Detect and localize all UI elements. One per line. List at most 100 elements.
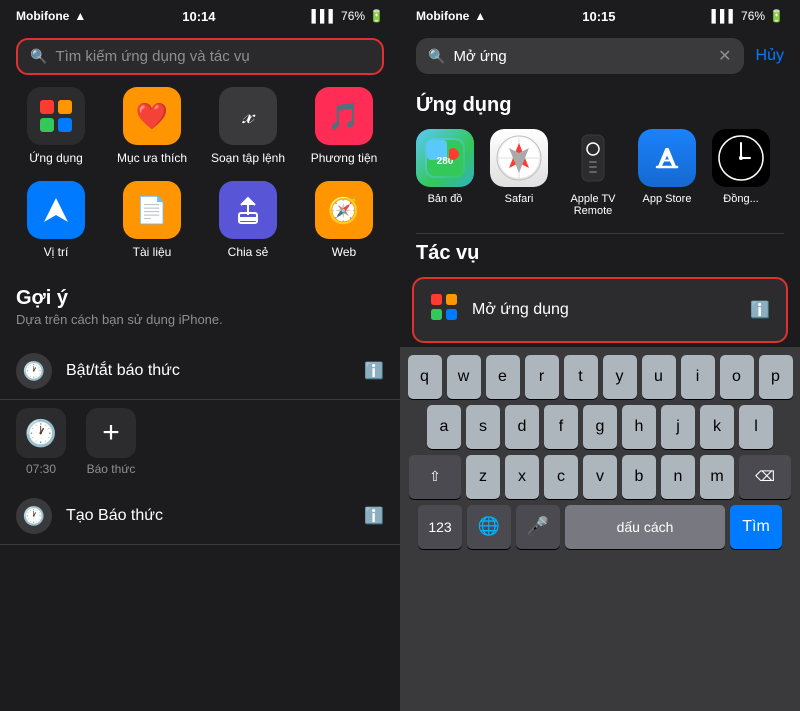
maps-app-label: Bản đồ — [428, 193, 463, 205]
add-alarm[interactable]: + Báo thức — [86, 408, 136, 476]
shortcut-location[interactable]: Vị trí — [16, 181, 96, 259]
key-shift[interactable]: ⇧ — [409, 455, 461, 499]
key-j[interactable]: j — [661, 405, 695, 449]
keyboard-row-1: q w e r t y u i o p — [404, 355, 796, 399]
app-results: 280 Bản đồ Safari — [400, 125, 800, 233]
shortcut-media-label: Phương tiện — [311, 151, 378, 165]
key-f[interactable]: f — [544, 405, 578, 449]
shortcut-share[interactable]: Chia sẻ — [208, 181, 288, 259]
suggestions-subtitle: Dựa trên cách bạn sử dụng iPhone. — [16, 312, 384, 327]
alarm-toggle-info-icon[interactable]: ℹ️ — [364, 361, 384, 381]
add-alarm-icon: + — [86, 408, 136, 458]
appletv-app-label: Apple TV Remote — [564, 193, 622, 217]
apps-section-header: Ứng dụng — [400, 86, 800, 125]
app-result-appstore[interactable]: A App Store — [638, 129, 696, 217]
shortcut-share-label: Chia sẻ — [228, 245, 269, 259]
key-space[interactable]: dấu cách — [565, 505, 725, 549]
shortcut-favorites-label: Mục ưa thích — [117, 151, 187, 165]
clock-0730-label: 07:30 — [26, 462, 56, 476]
shortcut-scripts-label: Soạn tập lệnh — [211, 151, 285, 165]
right-battery-text: 76% — [741, 9, 765, 23]
key-delete[interactable]: ⌫ — [739, 455, 791, 499]
key-g[interactable]: g — [583, 405, 617, 449]
key-m[interactable]: m — [700, 455, 734, 499]
key-numbers[interactable]: 123 — [418, 505, 462, 549]
right-search-text: Mở ứng — [453, 48, 710, 65]
key-mic[interactable]: 🎤 — [516, 505, 560, 549]
clock-app-icon — [712, 129, 770, 187]
keyboard: q w e r t y u i o p a s d f g h j k l ⇧ … — [400, 347, 800, 711]
key-d[interactable]: d — [505, 405, 539, 449]
shortcut-favorites[interactable]: ❤️ Mục ưa thích — [112, 87, 192, 165]
key-r[interactable]: r — [525, 355, 559, 399]
key-t[interactable]: t — [564, 355, 598, 399]
key-o[interactable]: o — [720, 355, 754, 399]
app-result-safari[interactable]: Safari — [490, 129, 548, 217]
app-result-clock[interactable]: Đồng... — [712, 129, 770, 217]
key-p[interactable]: p — [759, 355, 793, 399]
key-k[interactable]: k — [700, 405, 734, 449]
key-search[interactable]: Tìm — [730, 505, 782, 549]
key-q[interactable]: q — [408, 355, 442, 399]
key-h[interactable]: h — [622, 405, 656, 449]
key-b[interactable]: b — [622, 455, 656, 499]
key-i[interactable]: i — [681, 355, 715, 399]
right-search-icon: 🔍 — [428, 48, 445, 65]
left-panel: Mobifone ▲ 10:14 ▌▌▌ 76% 🔋 🔍 Tìm kiếm ứn… — [0, 0, 400, 711]
left-battery: ▌▌▌ 76% 🔋 — [312, 9, 385, 23]
key-y[interactable]: y — [603, 355, 637, 399]
keyboard-row-2: a s d f g h j k l — [404, 405, 796, 449]
shortcut-documents-label: Tài liệu — [133, 245, 172, 259]
key-l[interactable]: l — [739, 405, 773, 449]
key-z[interactable]: z — [466, 455, 500, 499]
task-info-icon[interactable]: ℹ️ — [750, 300, 770, 320]
key-c[interactable]: c — [544, 455, 578, 499]
right-search-bar[interactable]: 🔍 Mở ứng ✕ — [416, 38, 744, 74]
key-x[interactable]: x — [505, 455, 539, 499]
key-n[interactable]: n — [661, 455, 695, 499]
key-w[interactable]: w — [447, 355, 481, 399]
key-v[interactable]: v — [583, 455, 617, 499]
wifi-icon: ▲ — [74, 9, 86, 23]
app-result-maps[interactable]: 280 Bản đồ — [416, 129, 474, 217]
key-globe[interactable]: 🌐 — [467, 505, 511, 549]
tasks-section-header: Tác vụ — [400, 234, 800, 273]
shortcut-documents[interactable]: 📄 Tài liệu — [112, 181, 192, 259]
app-result-appletv[interactable]: Apple TV Remote — [564, 129, 622, 217]
task-row-label: Mở ứng dụng — [472, 301, 736, 319]
clock-0730[interactable]: 🕐 07:30 — [16, 408, 66, 476]
right-panel: Mobifone ▲ 10:15 ▌▌▌ 76% 🔋 🔍 Mở ứng ✕ Hủ… — [400, 0, 800, 711]
key-s[interactable]: s — [466, 405, 500, 449]
shortcut-web[interactable]: 🧭 Web — [304, 181, 384, 259]
clock-app-label: Đồng... — [723, 193, 758, 205]
key-a[interactable]: a — [427, 405, 461, 449]
svg-text:A: A — [658, 142, 677, 173]
shortcut-apps-label: Ứng dụng — [29, 151, 83, 165]
key-e[interactable]: e — [486, 355, 520, 399]
create-alarm-info-icon[interactable]: ℹ️ — [364, 506, 384, 526]
right-time: 10:15 — [582, 9, 615, 24]
left-search-container[interactable]: 🔍 Tìm kiếm ứng dụng và tác vụ — [0, 30, 400, 87]
shortcut-scripts[interactable]: 𝓍 Soạn tập lệnh — [208, 87, 288, 165]
key-u[interactable]: u — [642, 355, 676, 399]
cancel-search-btn[interactable]: Hủy — [756, 47, 784, 65]
create-alarm-icon: 🕐 — [16, 498, 52, 534]
open-app-task[interactable]: Mở ứng dụng ℹ️ — [412, 277, 788, 343]
safari-app-label: Safari — [505, 193, 534, 205]
alarm-toggle-item[interactable]: 🕐 Bật/tắt báo thức ℹ️ — [0, 343, 400, 400]
suggestions-section: Gợi ý Dựa trên cách bạn sử dụng iPhone. — [0, 275, 400, 343]
left-search-bar[interactable]: 🔍 Tìm kiếm ứng dụng và tác vụ — [16, 38, 384, 75]
safari-app-icon — [490, 129, 548, 187]
create-alarm-item[interactable]: 🕐 Tạo Báo thức ℹ️ — [0, 488, 400, 545]
shortcut-media[interactable]: 🎵 Phương tiện — [304, 87, 384, 165]
add-alarm-label: Báo thức — [87, 462, 136, 476]
right-signal-icon: ▌▌▌ — [712, 9, 738, 23]
right-carrier-text: Mobifone — [416, 9, 469, 23]
shortcut-apps[interactable]: Ứng dụng — [16, 87, 96, 165]
left-status-bar: Mobifone ▲ 10:14 ▌▌▌ 76% 🔋 — [0, 0, 400, 30]
shortcut-location-label: Vị trí — [44, 245, 69, 259]
clear-search-btn[interactable]: ✕ — [718, 46, 731, 66]
maps-app-icon: 280 — [416, 129, 474, 187]
suggestions-title: Gợi ý — [16, 287, 384, 310]
right-wifi-icon: ▲ — [474, 9, 486, 23]
